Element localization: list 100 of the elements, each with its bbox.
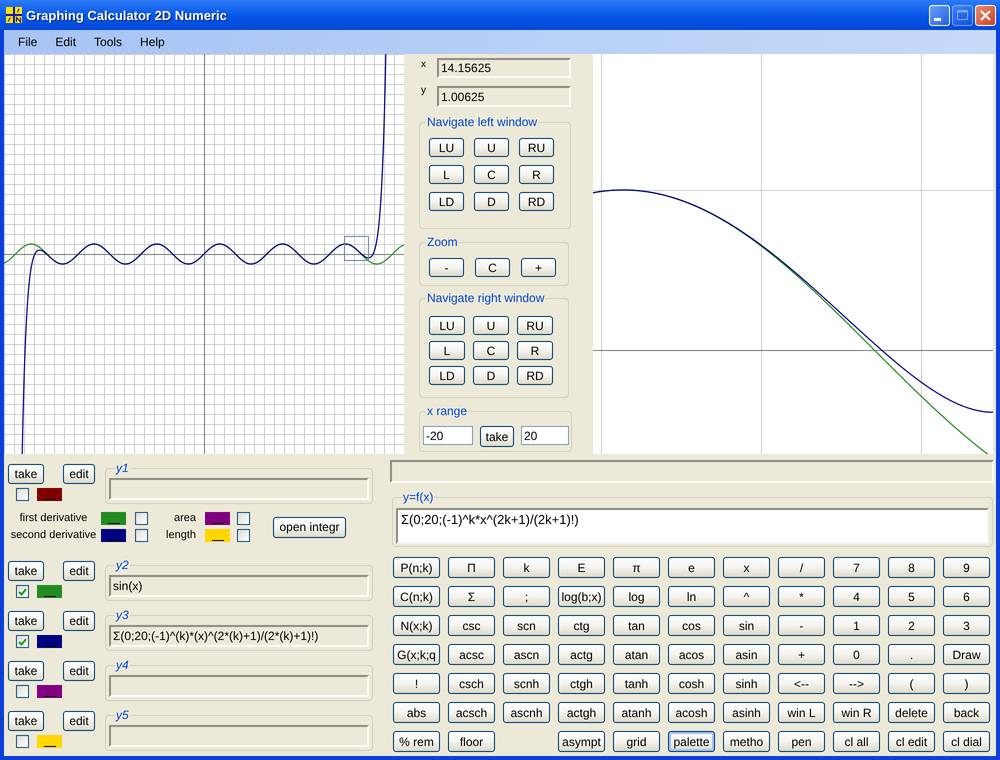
keypad-button[interactable]: + <box>778 644 825 665</box>
keypad-button[interactable]: csch <box>448 673 495 694</box>
keypad-button[interactable]: . <box>888 644 935 665</box>
edit-button[interactable]: edit <box>63 561 95 581</box>
keypad-button[interactable]: acos <box>668 644 715 665</box>
navigate-button[interactable]: C <box>473 341 509 360</box>
navigate-button[interactable]: LU <box>429 138 464 157</box>
keypad-button[interactable]: * <box>778 586 825 607</box>
navigate-button[interactable]: L <box>429 341 465 360</box>
keypad-button[interactable]: ascn <box>503 644 550 665</box>
color-swatch-icon[interactable] <box>37 685 62 698</box>
keypad-button[interactable]: cl all <box>833 731 880 752</box>
keypad-button[interactable]: E <box>558 557 605 578</box>
keypad-button[interactable]: abs <box>393 702 440 723</box>
keypad-button[interactable]: --> <box>833 673 880 694</box>
keypad-button[interactable]: ascnh <box>503 702 550 723</box>
navigate-button[interactable]: R <box>517 341 553 360</box>
keypad-button[interactable]: metho <box>723 731 770 752</box>
color-swatch-icon[interactable] <box>37 635 62 648</box>
navigate-button[interactable]: LU <box>429 316 465 335</box>
keypad-button[interactable]: actg <box>558 644 605 665</box>
take-button[interactable]: take <box>480 426 514 447</box>
navigate-button[interactable]: D <box>473 366 509 385</box>
keypad-button[interactable]: 2 <box>888 615 935 636</box>
color-swatch-icon[interactable] <box>205 512 230 525</box>
keypad-button[interactable]: <-- <box>778 673 825 694</box>
keypad-button[interactable]: N(x;k) <box>393 615 440 636</box>
minimize-button[interactable] <box>929 4 950 26</box>
keypad-button[interactable]: 6 <box>943 586 990 607</box>
keypad-button[interactable]: tanh <box>613 673 660 694</box>
y-value-field[interactable]: 1.00625 <box>437 86 571 107</box>
navigate-button[interactable]: U <box>473 316 509 335</box>
checkbox[interactable] <box>16 488 29 501</box>
keypad-button[interactable]: x <box>723 557 770 578</box>
keypad-button[interactable]: cos <box>668 615 715 636</box>
keypad-button[interactable]: ) <box>943 673 990 694</box>
edit-button[interactable]: edit <box>63 611 95 631</box>
range-from-field[interactable]: -20 <box>423 426 473 445</box>
formula-field[interactable] <box>109 725 369 747</box>
keypad-button[interactable]: ctg <box>558 615 605 636</box>
close-button[interactable] <box>975 4 996 26</box>
checkbox[interactable] <box>16 735 29 748</box>
keypad-button[interactable]: k <box>503 557 550 578</box>
keypad-button[interactable]: asin <box>723 644 770 665</box>
navigate-button[interactable]: LD <box>429 192 464 211</box>
zoom-button[interactable]: + <box>521 258 556 277</box>
keypad-button[interactable]: P(n;k) <box>393 557 440 578</box>
navigate-button[interactable]: L <box>429 165 464 184</box>
keypad-button[interactable]: Draw <box>943 644 990 665</box>
keypad-button[interactable]: π <box>613 557 660 578</box>
keypad-button[interactable]: cl dial <box>943 731 990 752</box>
keypad-button[interactable]: 3 <box>943 615 990 636</box>
keypad-button[interactable]: % rem <box>393 731 440 752</box>
keypad-button[interactable]: win R <box>833 702 880 723</box>
keypad-button[interactable]: ; <box>503 586 550 607</box>
keypad-button[interactable]: ! <box>393 673 440 694</box>
checkbox[interactable] <box>16 585 29 598</box>
keypad-button[interactable]: 5 <box>888 586 935 607</box>
keypad-button[interactable]: asinh <box>723 702 770 723</box>
keypad-button[interactable]: log(b;x) <box>558 586 605 607</box>
navigate-button[interactable]: RD <box>519 192 554 211</box>
edit-button[interactable]: edit <box>63 464 95 484</box>
keypad-button[interactable]: 8 <box>888 557 935 578</box>
edit-button[interactable]: edit <box>63 711 95 731</box>
keypad-button[interactable]: back <box>943 702 990 723</box>
keypad-button[interactable]: grid <box>613 731 660 752</box>
expression-field[interactable]: Σ(0;20;(-1)^k*x^(2k+1)/(2k+1)!) <box>396 508 989 544</box>
take-button[interactable]: take <box>8 464 44 484</box>
color-swatch-icon[interactable] <box>37 488 62 501</box>
keypad-button[interactable]: win L <box>778 702 825 723</box>
take-button[interactable]: take <box>8 711 44 731</box>
menu-item[interactable]: Help <box>133 32 172 52</box>
keypad-button[interactable]: / <box>778 557 825 578</box>
formula-field[interactable]: sin(x) <box>109 575 369 597</box>
keypad-button[interactable]: delete <box>888 702 935 723</box>
keypad-button[interactable]: 9 <box>943 557 990 578</box>
keypad-button[interactable]: atan <box>613 644 660 665</box>
keypad-button[interactable]: ln <box>668 586 715 607</box>
keypad-button[interactable]: e <box>668 557 715 578</box>
color-swatch-icon[interactable] <box>101 529 126 542</box>
keypad-button[interactable]: scn <box>503 615 550 636</box>
keypad-button[interactable]: tan <box>613 615 660 636</box>
navigate-button[interactable]: RU <box>519 138 554 157</box>
keypad-button[interactable]: atanh <box>613 702 660 723</box>
keypad-button[interactable]: ^ <box>723 586 770 607</box>
menu-item[interactable]: File <box>11 32 44 52</box>
keypad-button[interactable]: acsc <box>448 644 495 665</box>
keypad-button[interactable]: acosh <box>668 702 715 723</box>
keypad-button[interactable]: asympt <box>558 731 605 752</box>
navigate-button[interactable]: U <box>474 138 509 157</box>
keypad-button[interactable]: 0 <box>833 644 880 665</box>
formula-field[interactable] <box>109 675 369 697</box>
open-integral-button[interactable]: open integr <box>273 516 346 538</box>
keypad-button[interactable]: ( <box>888 673 935 694</box>
navigate-button[interactable]: LD <box>429 366 465 385</box>
keypad-button[interactable]: C(n;k) <box>393 586 440 607</box>
color-swatch-icon[interactable] <box>37 585 62 598</box>
keypad-button[interactable]: ctgh <box>558 673 605 694</box>
take-button[interactable]: take <box>8 561 44 581</box>
edit-button[interactable]: edit <box>63 661 95 681</box>
